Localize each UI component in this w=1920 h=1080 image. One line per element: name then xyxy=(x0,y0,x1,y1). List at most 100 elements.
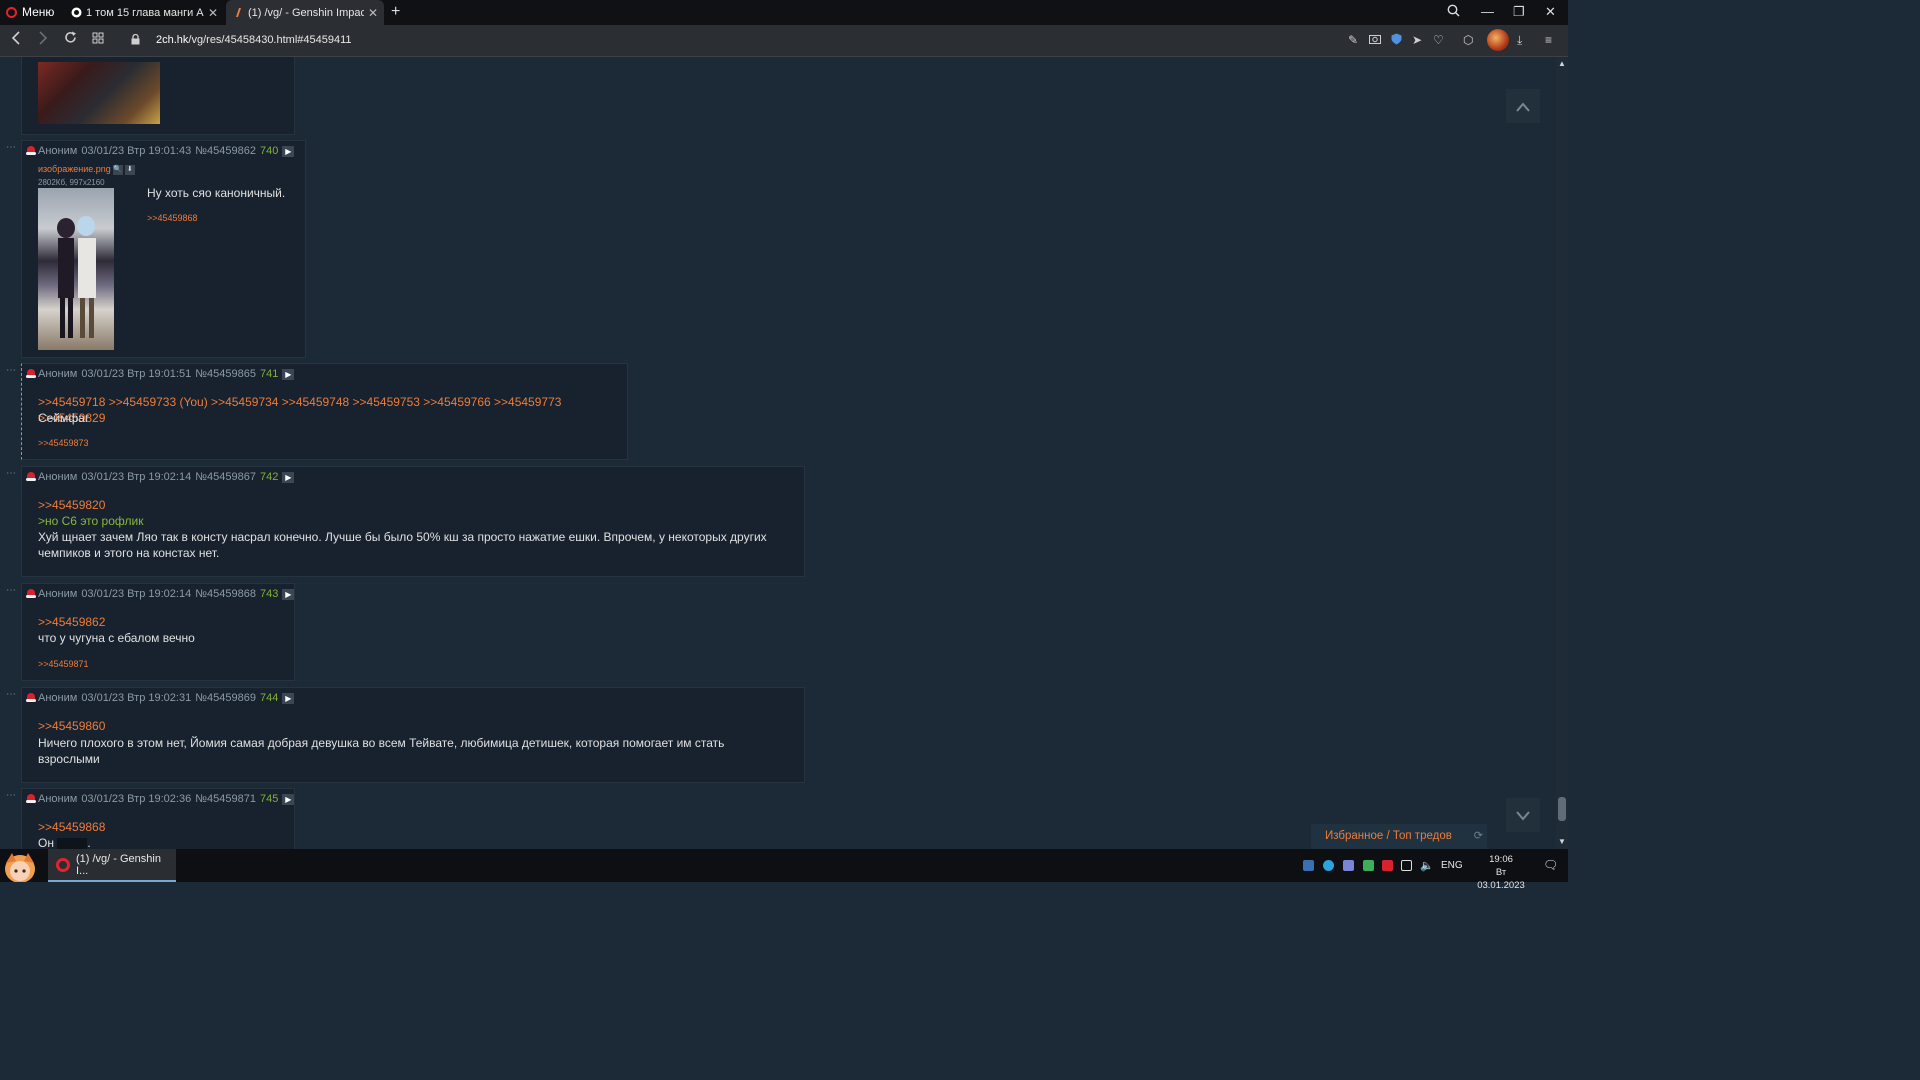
download-file-icon[interactable]: ⬇ xyxy=(124,164,135,175)
download-icon[interactable]: ⤓ xyxy=(1517,33,1522,48)
url-field[interactable]: 2ch.hk/vg/res/45458430.html#45459411 xyxy=(156,34,352,46)
back-icon[interactable] xyxy=(11,31,21,48)
notifications-icon[interactable]: 🗨 xyxy=(1543,858,1558,872)
cube-icon[interactable]: ⬡ xyxy=(1463,33,1473,47)
post-header: Аноним 03/01/23 Втр 19:01:51 №45459865 7… xyxy=(26,368,295,380)
post-backlinks[interactable]: >>45459868 xyxy=(147,213,198,223)
post-reply-link[interactable]: >>45459820 xyxy=(38,497,105,513)
post-743: Аноним 03/01/23 Втр 19:02:14 №45459868 7… xyxy=(21,583,295,681)
play-icon[interactable]: ▶ xyxy=(282,471,295,483)
favorites-label: Избранное / Топ тредов xyxy=(1325,830,1452,842)
taskbar-opera-window[interactable]: (1) /vg/ - Genshin I... xyxy=(48,849,176,882)
post-date: 03/01/23 Втр 19:02:36 xyxy=(81,793,192,805)
forward-icon[interactable] xyxy=(38,31,48,48)
play-icon[interactable]: ▶ xyxy=(282,588,295,600)
post-author: Аноним xyxy=(38,145,78,157)
search-image-icon[interactable]: 🔍 xyxy=(112,164,123,175)
post-reply-link[interactable]: >>45459868 xyxy=(38,819,105,835)
post-reply-link[interactable]: >>45459862 xyxy=(38,614,105,630)
favorites-top-threads-button[interactable]: Избранное / Топ тредов ⟳ xyxy=(1311,824,1487,849)
tab-2ch[interactable]: (1) /vg/ - Genshin Impact # ✕ xyxy=(226,0,384,25)
telegram-icon[interactable] xyxy=(1323,860,1334,871)
camera-icon[interactable] xyxy=(1369,33,1381,47)
security-icon[interactable] xyxy=(1363,860,1374,871)
new-tab-button[interactable]: + xyxy=(391,3,400,21)
search-icon[interactable] xyxy=(1447,4,1460,20)
steam-icon[interactable] xyxy=(1303,860,1314,871)
post-date: 03/01/23 Втр 19:02:14 xyxy=(81,471,192,483)
tab-bar: Меню 1 том 15 глава манги Айд ✕ (1) /vg/… xyxy=(0,0,1568,25)
tab-manga[interactable]: 1 том 15 глава манги Айд ✕ xyxy=(64,0,224,25)
2ch-site-icon xyxy=(232,7,244,19)
start-button-avatar[interactable] xyxy=(2,849,38,882)
post-backlinks[interactable]: >>45459871 xyxy=(38,659,89,669)
language-indicator[interactable]: ENG xyxy=(1441,860,1463,871)
post-menu-dots[interactable]: ⋯ xyxy=(6,689,17,700)
post-author: Аноним xyxy=(38,588,78,600)
scroll-to-top-button[interactable] xyxy=(1506,89,1540,123)
volume-icon[interactable]: 🔈 xyxy=(1420,859,1434,872)
post-reply-links[interactable]: >>45459718 >>45459733 (You) >>45459734 >… xyxy=(38,394,627,426)
post-reply-link[interactable]: >>45459860 xyxy=(38,718,105,734)
heart-icon[interactable]: ♡ xyxy=(1433,33,1444,47)
profile-avatar[interactable] xyxy=(1487,29,1509,51)
refresh-icon[interactable]: ⟳ xyxy=(1474,824,1483,849)
post-number: 742 xyxy=(259,471,279,483)
post-text: Хуй щнает зачем Ляо так в консту насрал … xyxy=(38,530,767,544)
tabs-grid-icon[interactable] xyxy=(92,31,104,47)
minimize-icon[interactable]: — xyxy=(1481,4,1494,19)
close-window-icon[interactable]: ✕ xyxy=(1545,4,1556,20)
play-icon[interactable]: ▶ xyxy=(282,793,295,805)
edit-icon[interactable]: ✎ xyxy=(1348,33,1358,47)
santa-hat-icon xyxy=(26,589,36,599)
thread-page: ⋯ Аноним 03/01/23 Втр 19:01:43 №45459862… xyxy=(0,57,1556,849)
post-text-line2: чемпиков и этого на констах нет. xyxy=(38,546,220,560)
post-image-thumbnail[interactable] xyxy=(38,62,160,124)
opera-icon xyxy=(56,857,70,872)
post-id[interactable]: №45459862 xyxy=(195,145,256,157)
post-menu-dots[interactable]: ⋯ xyxy=(6,468,17,479)
post-image-thumbnail[interactable] xyxy=(38,188,114,350)
close-icon[interactable]: ✕ xyxy=(368,6,378,20)
post-id[interactable]: №45459869 xyxy=(195,692,256,704)
scrollbar-thumb[interactable] xyxy=(1558,797,1566,821)
spoiler[interactable] xyxy=(57,838,88,849)
post-quote: >но С6 это рофлик xyxy=(38,514,144,528)
play-icon[interactable]: ▶ xyxy=(282,368,295,380)
page-scrollbar[interactable]: ▲ ▼ xyxy=(1556,57,1568,849)
play-icon[interactable]: ▶ xyxy=(282,692,295,704)
send-icon[interactable]: ➤ xyxy=(1412,33,1422,47)
post-id[interactable]: №45459867 xyxy=(195,471,256,483)
post-id[interactable]: №45459871 xyxy=(195,793,256,805)
post-menu-dots[interactable]: ⋯ xyxy=(6,790,17,801)
scroll-down-arrow-icon[interactable]: ▼ xyxy=(1558,837,1566,846)
discord-icon[interactable] xyxy=(1343,860,1354,871)
file-name[interactable]: изображение.png 🔍 ⬇ xyxy=(38,164,135,175)
close-icon[interactable]: ✕ xyxy=(208,6,218,20)
opera-menu-button[interactable]: Меню xyxy=(6,5,54,19)
reload-icon[interactable] xyxy=(64,31,77,47)
scroll-up-arrow-icon[interactable]: ▲ xyxy=(1558,59,1566,68)
url-path: /vg/res/45458430.html#45459411 xyxy=(188,34,352,46)
post-header: Аноним 03/01/23 Втр 19:02:14 №45459868 7… xyxy=(26,588,295,600)
tab-label: (1) /vg/ - Genshin Impact # xyxy=(248,6,364,19)
post-menu-dots[interactable]: ⋯ xyxy=(6,142,17,153)
post-backlinks[interactable]: >>45459873 xyxy=(38,438,89,448)
play-icon[interactable]: ▶ xyxy=(282,145,295,157)
post-menu-dots[interactable]: ⋯ xyxy=(6,585,17,596)
post-header: Аноним 03/01/23 Втр 19:02:14 №45459867 7… xyxy=(26,471,295,483)
app-tray-icon[interactable] xyxy=(1382,860,1393,871)
scroll-to-bottom-button[interactable] xyxy=(1506,798,1540,832)
easy-setup-icon[interactable]: ≡ xyxy=(1545,33,1552,47)
post-number: 744 xyxy=(259,692,279,704)
shield-icon[interactable] xyxy=(1391,33,1402,48)
restore-icon[interactable]: ❐ xyxy=(1513,4,1525,20)
post-menu-dots[interactable]: ⋯ xyxy=(6,365,17,376)
network-icon[interactable] xyxy=(1401,860,1412,871)
taskbar-clock[interactable]: 19:06 Вт 03.01.2023 xyxy=(1472,853,1530,892)
post-id[interactable]: №45459868 xyxy=(195,588,256,600)
post-id[interactable]: №45459865 xyxy=(195,368,256,380)
address-bar: 2ch.hk/vg/res/45458430.html#45459411 ✎ ➤… xyxy=(0,25,1568,57)
lock-icon[interactable] xyxy=(131,33,140,48)
post-number: 745 xyxy=(259,793,279,805)
